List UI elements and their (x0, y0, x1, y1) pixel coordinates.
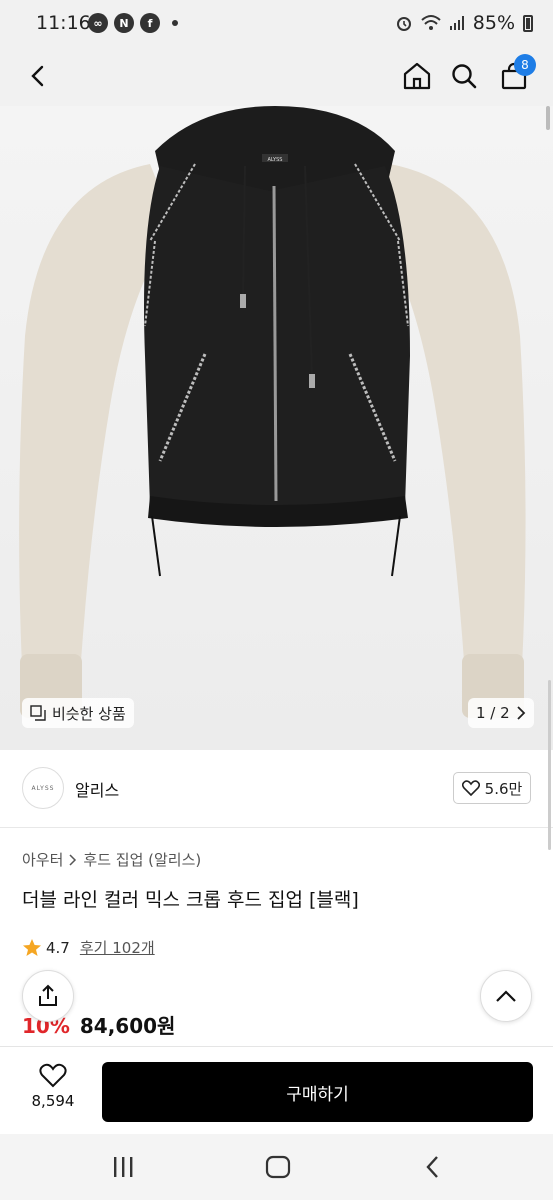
breadcrumb: 아우터 후드 집업 (알리스) (22, 849, 201, 870)
system-nav-bar (0, 1134, 553, 1200)
brand-name[interactable]: 알리스 (75, 777, 119, 801)
product-title: 더블 라인 컬러 믹스 크롭 후드 집업 [블랙] (22, 889, 359, 911)
chevron-left-icon (31, 65, 44, 87)
cart-count-badge: 8 (514, 54, 536, 76)
wishlist-count: 8,594 (31, 1092, 75, 1110)
signal-icon (449, 16, 464, 30)
hoodie-illustration: ALYSS (19, 106, 526, 718)
system-home-button[interactable] (263, 1152, 293, 1182)
system-back-button[interactable] (418, 1152, 448, 1182)
brand-logo[interactable]: ALYSS (22, 767, 64, 809)
status-right: 85% (395, 12, 533, 34)
action-bar: 8,594 구매하기 (0, 1046, 553, 1134)
chevron-up-icon (496, 990, 516, 1002)
back-button[interactable] (18, 56, 58, 96)
status-time: 11:16 (36, 12, 91, 34)
scrollbar-thumb[interactable] (546, 106, 550, 130)
star-icon (23, 938, 41, 956)
recents-icon (114, 1157, 133, 1177)
rating-row: 4.7 후기 102개 (22, 937, 155, 958)
battery-icon (523, 14, 533, 32)
brand-row: ALYSS 알리스 5.6만 (0, 750, 553, 828)
sale-price: 84,600원 (79, 1014, 176, 1038)
brand-like-button[interactable]: 5.6만 (453, 772, 531, 804)
naver-icon: N (114, 13, 134, 33)
wishlist-button[interactable]: 8,594 (22, 1063, 84, 1110)
copy-icon (30, 705, 46, 721)
more-dot-icon (172, 20, 178, 26)
chevron-left-icon (426, 1156, 438, 1178)
link-icon: ∞ (88, 13, 108, 33)
search-icon (452, 64, 477, 89)
heart-icon (39, 1063, 67, 1088)
scroll-top-button[interactable] (480, 970, 532, 1022)
heart-icon (461, 780, 480, 796)
brand-likes-count: 5.6만 (484, 779, 523, 798)
reviews-link[interactable]: 후기 102개 (80, 937, 155, 958)
product-image[interactable]: ALYSS (0, 106, 553, 750)
battery-percent: 85% (472, 12, 515, 34)
similar-products-button[interactable]: 비슷한 상품 (22, 698, 134, 728)
home-icon (403, 62, 431, 90)
home-square-icon (265, 1155, 291, 1179)
share-icon (39, 984, 57, 1006)
chevron-right-icon (69, 853, 77, 866)
recents-button[interactable] (108, 1152, 138, 1182)
breadcrumb-subcategory[interactable]: 후드 집업 (알리스) (83, 849, 201, 870)
facebook-icon: f (140, 13, 160, 33)
rating-value: 4.7 (46, 938, 70, 957)
top-nav: 8 (0, 48, 553, 106)
image-page-indicator[interactable]: 1 / 2 (468, 698, 534, 728)
cart-button[interactable]: 8 (494, 54, 536, 96)
search-button[interactable] (444, 56, 484, 96)
share-button[interactable] (22, 970, 74, 1022)
buy-button[interactable]: 구매하기 (102, 1062, 533, 1122)
alarm-icon (396, 17, 411, 31)
similar-products-label: 비슷한 상품 (52, 704, 126, 723)
chevron-right-icon (517, 706, 525, 720)
wifi-icon (421, 15, 441, 30)
notification-icons: ∞ N f (88, 13, 178, 33)
home-button[interactable] (397, 56, 437, 96)
image-brand-tag: ALYSS (268, 157, 283, 163)
status-bar: 11:16 ∞ N f 85% (0, 0, 553, 48)
breadcrumb-category[interactable]: 아우터 (22, 849, 63, 870)
scrollbar-track[interactable] (548, 680, 551, 850)
page-indicator-text: 1 / 2 (476, 704, 510, 722)
